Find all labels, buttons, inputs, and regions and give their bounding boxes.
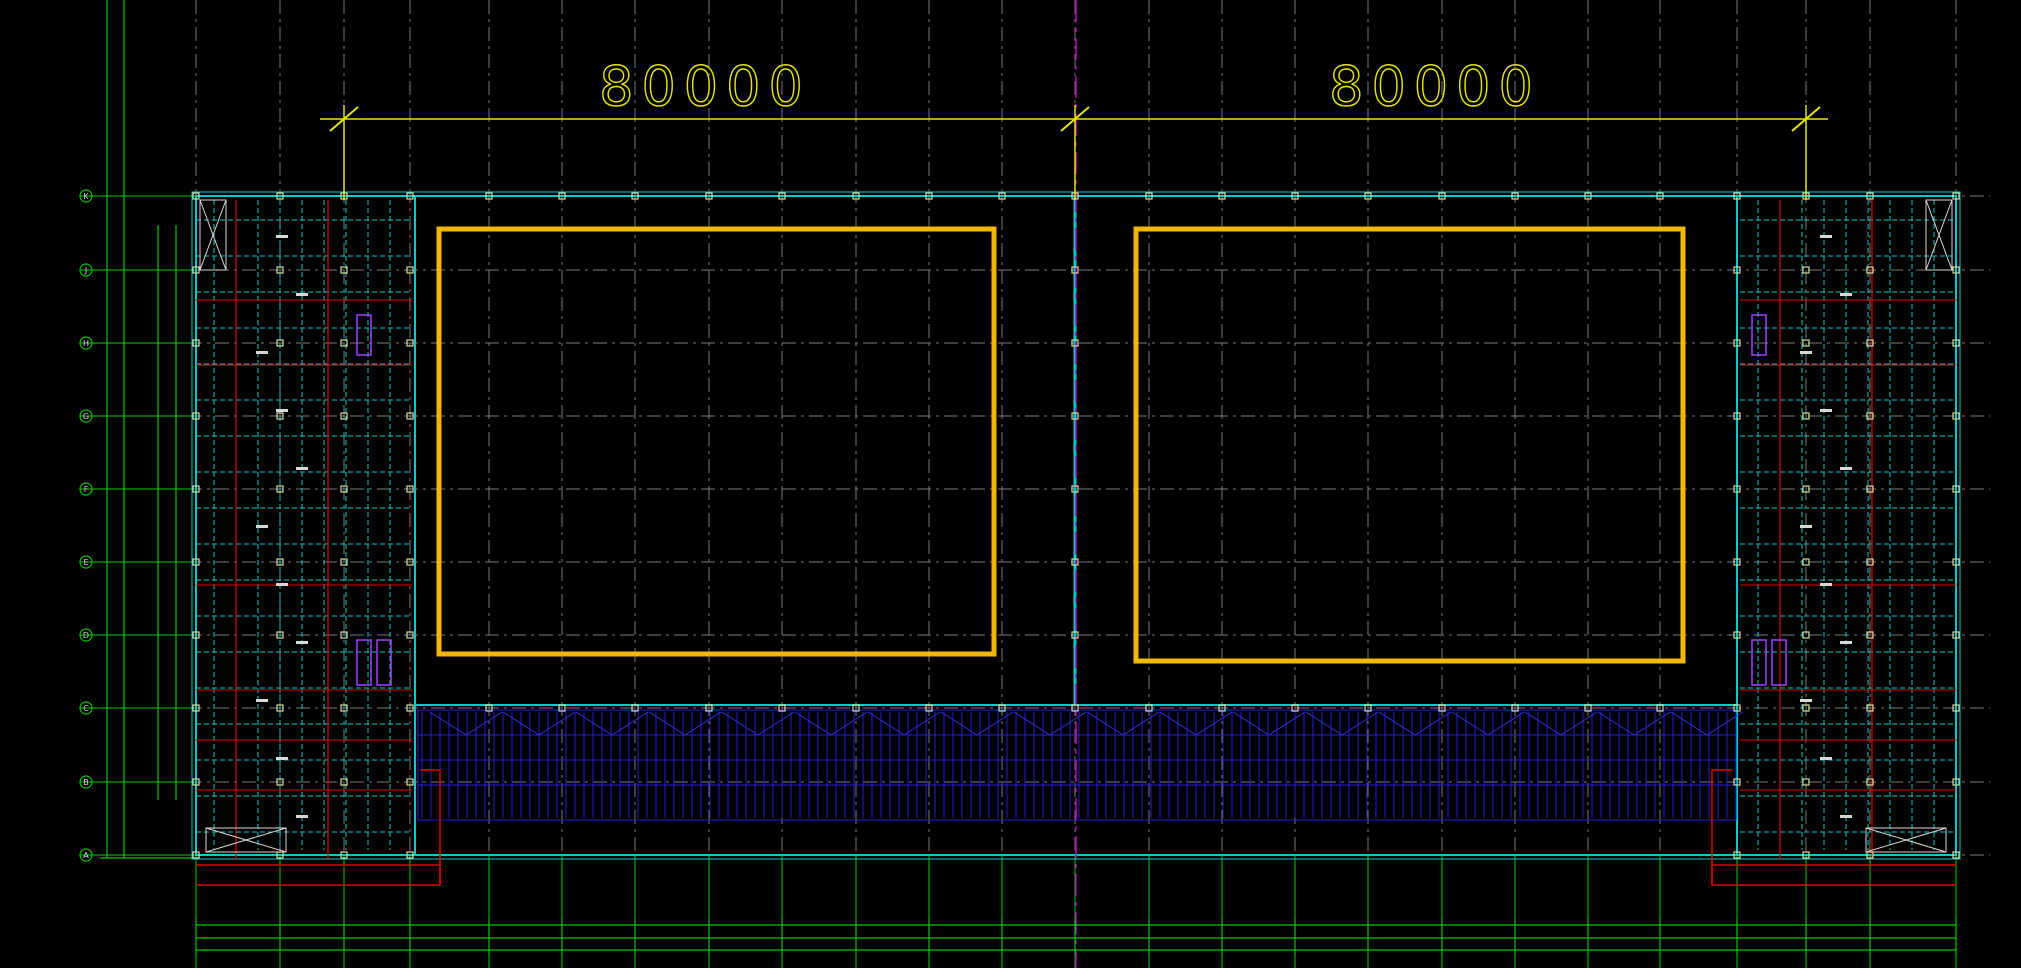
room-tag [256,351,268,354]
equipment-box [1751,639,1767,686]
room-tag [1840,815,1852,818]
equipment-box [376,639,392,686]
hatch-line [721,711,759,736]
room-tag [1840,641,1852,644]
row-label: F [84,485,89,494]
hatch-line [1670,711,1708,736]
row-label: B [83,778,89,787]
room-tag [296,641,308,644]
row-label: H [83,339,89,348]
hatch-line [1305,711,1343,736]
hatch-line [465,711,503,736]
room-tag [276,583,288,586]
hatch-line [1633,711,1671,736]
hatch-line [1414,711,1452,736]
room-tag [256,699,268,702]
hatch-line [976,711,1014,736]
room-tag [1800,351,1812,354]
room-tag [1820,235,1832,238]
left-panel-frame[interactable] [436,226,997,657]
hatch-line [575,711,613,736]
room-tag [1820,583,1832,586]
room-tag [276,757,288,760]
room-tag [1820,409,1832,412]
hatch-line [1341,711,1379,736]
hatch-line [684,711,722,736]
room-tag [1820,757,1832,760]
hatch-line [648,711,686,736]
hatch-line [611,711,649,736]
cad-floor-plan[interactable]: K J H G F E D C B A 80000 80000 [0,0,2021,968]
row-label: K [83,192,89,201]
room-tag [1800,699,1812,702]
hatch-line [1232,711,1270,736]
room-tag [296,815,308,818]
room-tag [276,409,288,412]
row-label: A [83,851,89,860]
right-span-dimension: 80000 [1329,55,1541,118]
hatch-line [1013,711,1051,736]
row-label: E [83,558,88,567]
room-tag [1800,525,1812,528]
left-service-block [196,199,412,860]
row-label: J [84,266,87,275]
room-tag [296,293,308,296]
hatch-line [757,711,795,736]
room-tag [296,467,308,470]
hatch-line [940,711,978,736]
room-tag [1840,293,1852,296]
room-tag [256,525,268,528]
hatch-line [1086,711,1124,736]
row-axis-markers: K J H G F E D C B A [79,189,93,862]
equipment-box [356,314,372,356]
hatched-floor-strip [417,709,1744,821]
row-label: C [83,704,89,713]
row-label: G [83,412,89,421]
right-service-block [1740,199,1956,860]
left-dimension-chain [100,0,200,859]
right-panel-frame[interactable] [1133,226,1686,664]
span-dimension-line [320,105,1828,200]
room-tag [276,235,288,238]
horizontal-grid-lines [80,195,1990,856]
hatch-line [1122,711,1160,736]
left-span-dimension: 80000 [599,55,811,118]
equipment-box [356,639,372,686]
equipment-box [1771,639,1787,686]
room-tag [1840,467,1852,470]
equipment-box [1751,314,1767,356]
hatch-line [429,711,467,736]
hatch-line [1597,711,1635,736]
row-label: D [83,631,89,640]
hatch-line [1049,711,1087,736]
hatch-line [1378,711,1416,736]
hatch-line [1268,711,1306,736]
